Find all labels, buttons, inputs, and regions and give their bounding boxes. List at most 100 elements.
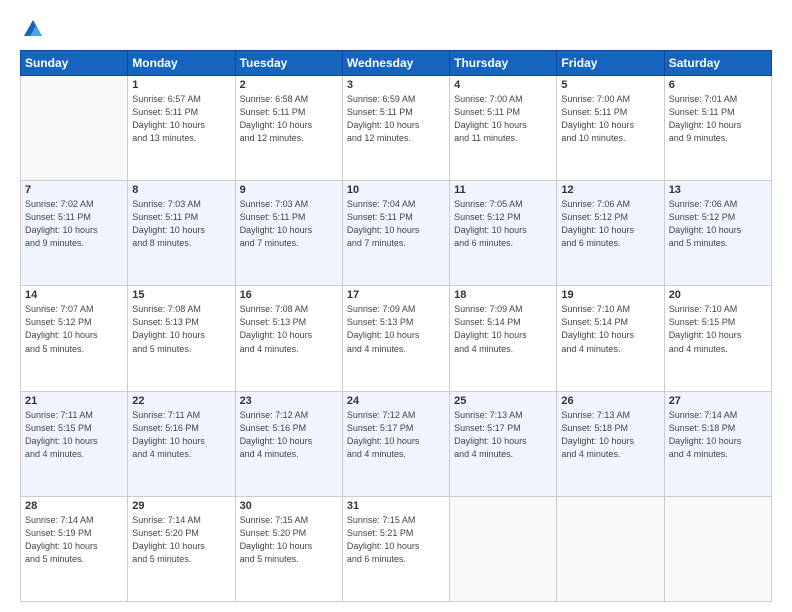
calendar-cell: 24 Sunrise: 7:12 AMSunset: 5:17 PMDayligh…	[342, 391, 449, 496]
calendar-week-row: 28 Sunrise: 7:14 AMSunset: 5:19 PMDayligh…	[21, 496, 772, 601]
calendar-cell: 4 Sunrise: 7:00 AMSunset: 5:11 PMDaylight…	[450, 76, 557, 181]
calendar-cell	[450, 496, 557, 601]
day-number: 10	[347, 184, 445, 196]
day-number: 29	[132, 500, 230, 512]
day-of-week-header: Saturday	[664, 51, 771, 76]
day-info: Sunrise: 7:00 AMSunset: 5:11 PMDaylight:…	[561, 93, 659, 145]
calendar-week-row: 7Sunrise: 7:02 AMSunset: 5:11 PMDaylight…	[21, 181, 772, 286]
day-number: 30	[240, 500, 338, 512]
day-number: 15	[132, 289, 230, 301]
day-info: Sunrise: 7:09 AMSunset: 5:14 PMDaylight:…	[454, 303, 552, 355]
calendar-cell: 3 Sunrise: 6:59 AMSunset: 5:11 PMDaylight…	[342, 76, 449, 181]
calendar-cell: 27Sunrise: 7:14 AMSunset: 5:18 PMDayligh…	[664, 391, 771, 496]
day-info: Sunrise: 7:08 AMSunset: 5:13 PMDaylight:…	[240, 303, 338, 355]
day-number: 6	[669, 79, 767, 91]
calendar-cell: 31 Sunrise: 7:15 AMSunset: 5:21 PMDayligh…	[342, 496, 449, 601]
day-number: 18	[454, 289, 552, 301]
day-number: 26	[561, 395, 659, 407]
day-of-week-header: Tuesday	[235, 51, 342, 76]
day-info: Sunrise: 7:14 AMSunset: 5:20 PMDaylight:…	[132, 514, 230, 566]
calendar-week-row: 1 Sunrise: 6:57 AMSunset: 5:11 PMDaylight…	[21, 76, 772, 181]
day-number: 4	[454, 79, 552, 91]
calendar-week-row: 21 Sunrise: 7:11 AMSunset: 5:15 PMDayligh…	[21, 391, 772, 496]
day-info: Sunrise: 7:03 AMSunset: 5:11 PMDaylight:…	[240, 198, 338, 250]
day-number: 12	[561, 184, 659, 196]
day-of-week-header: Friday	[557, 51, 664, 76]
day-number: 3	[347, 79, 445, 91]
day-number: 19	[561, 289, 659, 301]
calendar-cell: 16 Sunrise: 7:08 AMSunset: 5:13 PMDayligh…	[235, 286, 342, 391]
day-info: Sunrise: 7:00 AMSunset: 5:11 PMDaylight:…	[454, 93, 552, 145]
day-info: Sunrise: 7:13 AMSunset: 5:17 PMDaylight:…	[454, 409, 552, 461]
day-info: Sunrise: 7:11 AMSunset: 5:16 PMDaylight:…	[132, 409, 230, 461]
calendar-cell: 14 Sunrise: 7:07 AMSunset: 5:12 PMDayligh…	[21, 286, 128, 391]
day-number: 22	[132, 395, 230, 407]
day-info: Sunrise: 7:11 AMSunset: 5:15 PMDaylight:…	[25, 409, 123, 461]
day-info: Sunrise: 7:15 AMSunset: 5:21 PMDaylight:…	[347, 514, 445, 566]
calendar-cell: 2Sunrise: 6:58 AMSunset: 5:11 PMDaylight…	[235, 76, 342, 181]
day-info: Sunrise: 7:12 AMSunset: 5:16 PMDaylight:…	[240, 409, 338, 461]
day-number: 9	[240, 184, 338, 196]
day-number: 28	[25, 500, 123, 512]
day-number: 24	[347, 395, 445, 407]
calendar-cell: 10 Sunrise: 7:04 AMSunset: 5:11 PMDayligh…	[342, 181, 449, 286]
calendar-cell: 1 Sunrise: 6:57 AMSunset: 5:11 PMDaylight…	[128, 76, 235, 181]
day-number: 5	[561, 79, 659, 91]
day-number: 25	[454, 395, 552, 407]
day-info: Sunrise: 7:08 AMSunset: 5:13 PMDaylight:…	[132, 303, 230, 355]
calendar-cell: 12 Sunrise: 7:06 AMSunset: 5:12 PMDayligh…	[557, 181, 664, 286]
day-of-week-header: Sunday	[21, 51, 128, 76]
day-number: 1	[132, 79, 230, 91]
calendar-cell: 15 Sunrise: 7:08 AMSunset: 5:13 PMDayligh…	[128, 286, 235, 391]
day-info: Sunrise: 6:57 AMSunset: 5:11 PMDaylight:…	[132, 93, 230, 145]
day-info: Sunrise: 7:14 AMSunset: 5:18 PMDaylight:…	[669, 409, 767, 461]
day-info: Sunrise: 7:12 AMSunset: 5:17 PMDaylight:…	[347, 409, 445, 461]
calendar-cell: 8 Sunrise: 7:03 AMSunset: 5:11 PMDaylight…	[128, 181, 235, 286]
calendar-cell: 22 Sunrise: 7:11 AMSunset: 5:16 PMDayligh…	[128, 391, 235, 496]
day-info: Sunrise: 7:10 AMSunset: 5:14 PMDaylight:…	[561, 303, 659, 355]
day-number: 17	[347, 289, 445, 301]
calendar-cell: 5 Sunrise: 7:00 AMSunset: 5:11 PMDaylight…	[557, 76, 664, 181]
logo	[20, 18, 44, 40]
day-number: 14	[25, 289, 123, 301]
calendar-cell: 21 Sunrise: 7:11 AMSunset: 5:15 PMDayligh…	[21, 391, 128, 496]
calendar-cell: 11Sunrise: 7:05 AMSunset: 5:12 PMDayligh…	[450, 181, 557, 286]
calendar-cell	[664, 496, 771, 601]
day-info: Sunrise: 7:06 AMSunset: 5:12 PMDaylight:…	[669, 198, 767, 250]
day-number: 20	[669, 289, 767, 301]
day-info: Sunrise: 7:13 AMSunset: 5:18 PMDaylight:…	[561, 409, 659, 461]
calendar-week-row: 14 Sunrise: 7:07 AMSunset: 5:12 PMDayligh…	[21, 286, 772, 391]
calendar-header-row: SundayMondayTuesdayWednesdayThursdayFrid…	[21, 51, 772, 76]
day-info: Sunrise: 7:06 AMSunset: 5:12 PMDaylight:…	[561, 198, 659, 250]
calendar-cell: 20 Sunrise: 7:10 AMSunset: 5:15 PMDayligh…	[664, 286, 771, 391]
day-number: 31	[347, 500, 445, 512]
calendar-cell: 30 Sunrise: 7:15 AMSunset: 5:20 PMDayligh…	[235, 496, 342, 601]
day-info: Sunrise: 7:04 AMSunset: 5:11 PMDaylight:…	[347, 198, 445, 250]
calendar-cell: 13Sunrise: 7:06 AMSunset: 5:12 PMDayligh…	[664, 181, 771, 286]
page: SundayMondayTuesdayWednesdayThursdayFrid…	[0, 0, 792, 612]
day-number: 11	[454, 184, 552, 196]
day-info: Sunrise: 7:15 AMSunset: 5:20 PMDaylight:…	[240, 514, 338, 566]
calendar-cell: 6Sunrise: 7:01 AMSunset: 5:11 PMDaylight…	[664, 76, 771, 181]
day-info: Sunrise: 7:10 AMSunset: 5:15 PMDaylight:…	[669, 303, 767, 355]
calendar-table: SundayMondayTuesdayWednesdayThursdayFrid…	[20, 50, 772, 602]
day-number: 2	[240, 79, 338, 91]
calendar-cell: 29 Sunrise: 7:14 AMSunset: 5:20 PMDayligh…	[128, 496, 235, 601]
day-info: Sunrise: 7:07 AMSunset: 5:12 PMDaylight:…	[25, 303, 123, 355]
calendar-cell: 28 Sunrise: 7:14 AMSunset: 5:19 PMDayligh…	[21, 496, 128, 601]
day-info: Sunrise: 7:03 AMSunset: 5:11 PMDaylight:…	[132, 198, 230, 250]
day-info: Sunrise: 7:14 AMSunset: 5:19 PMDaylight:…	[25, 514, 123, 566]
logo-icon	[22, 18, 44, 40]
day-info: Sunrise: 6:59 AMSunset: 5:11 PMDaylight:…	[347, 93, 445, 145]
day-of-week-header: Thursday	[450, 51, 557, 76]
calendar-cell: 9 Sunrise: 7:03 AMSunset: 5:11 PMDaylight…	[235, 181, 342, 286]
day-of-week-header: Wednesday	[342, 51, 449, 76]
calendar-cell: 25 Sunrise: 7:13 AMSunset: 5:17 PMDayligh…	[450, 391, 557, 496]
day-number: 21	[25, 395, 123, 407]
calendar-cell: 23Sunrise: 7:12 AMSunset: 5:16 PMDayligh…	[235, 391, 342, 496]
calendar-cell: 26 Sunrise: 7:13 AMSunset: 5:18 PMDayligh…	[557, 391, 664, 496]
day-info: Sunrise: 7:09 AMSunset: 5:13 PMDaylight:…	[347, 303, 445, 355]
day-number: 8	[132, 184, 230, 196]
calendar-cell	[21, 76, 128, 181]
day-number: 16	[240, 289, 338, 301]
